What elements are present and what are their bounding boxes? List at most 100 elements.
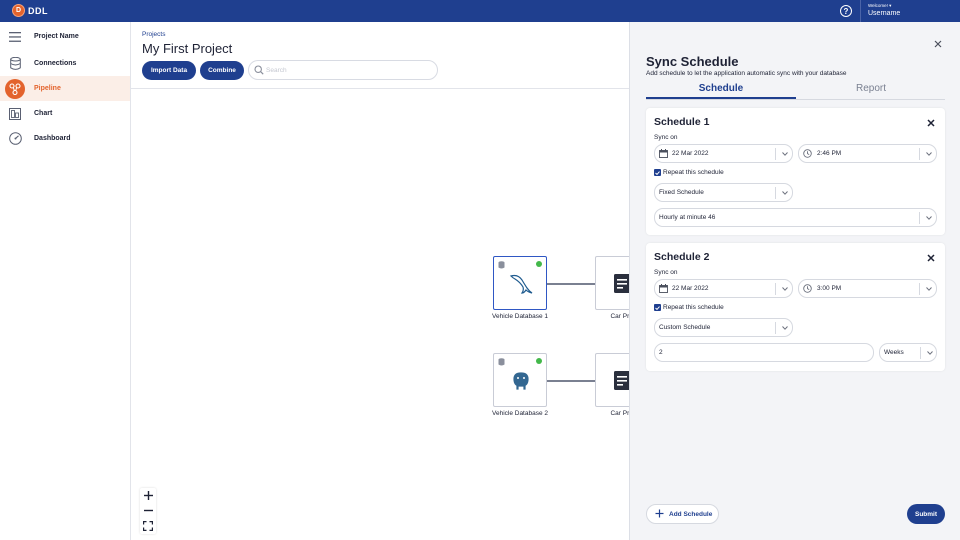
mysql-dolphin-icon xyxy=(508,271,534,297)
chevron-down-icon xyxy=(925,150,932,157)
sidebar-item-label: Dashboard xyxy=(34,135,71,142)
database-icon xyxy=(498,358,505,368)
menu-icon[interactable] xyxy=(8,30,22,44)
repeat-checkbox[interactable]: Repeat this schedule xyxy=(654,169,724,176)
node-car-price[interactable] xyxy=(595,256,629,310)
status-connected-dot xyxy=(536,261,542,267)
fullscreen-icon xyxy=(143,520,153,531)
divider xyxy=(775,148,776,160)
chevron-down-icon xyxy=(781,285,788,292)
frequency-value: Hourly at minute 46 xyxy=(659,214,716,221)
schedule-type-select[interactable]: Custom Schedule xyxy=(654,318,793,337)
dashboard-icon xyxy=(8,132,22,146)
status-connected-dot xyxy=(536,358,542,364)
logo-text: DDL xyxy=(28,5,48,16)
sidebar-item-pipeline[interactable]: Pipeline xyxy=(0,76,130,101)
username: Username xyxy=(868,10,901,17)
interval-value: 2 xyxy=(659,349,663,356)
interval-value-input[interactable]: 2 xyxy=(654,343,874,362)
sidebar-item-label: Chart xyxy=(34,110,53,117)
node-label: Vehicle Database 1 xyxy=(491,313,548,320)
sidebar-item-label: Pipeline xyxy=(34,85,61,92)
tab-report[interactable]: Report xyxy=(796,82,946,99)
fit-screen-button[interactable] xyxy=(140,518,156,533)
remove-schedule-button[interactable] xyxy=(925,117,936,128)
minus-icon xyxy=(143,509,153,512)
clock-icon xyxy=(803,284,812,295)
submit-button[interactable]: Submit xyxy=(907,504,945,524)
import-data-button[interactable]: Import Data xyxy=(142,61,196,80)
app-logo[interactable]: D DDL xyxy=(12,4,48,17)
schedule-card: Schedule 2 Sync on 22 Mar 2022 3:00 PM R… xyxy=(646,243,945,371)
repeat-label: Repeat this schedule xyxy=(663,169,724,176)
time-picker[interactable]: 3:00 PM xyxy=(798,279,937,298)
chart-icon xyxy=(8,107,22,121)
combine-button[interactable]: Combine xyxy=(200,61,244,80)
user-menu[interactable]: Welcome! ▾ Username xyxy=(868,3,900,18)
time-value: 2:46 PM xyxy=(817,150,842,157)
interval-unit-value: Weeks xyxy=(884,349,904,356)
plus-icon xyxy=(143,491,153,500)
divider xyxy=(919,212,920,224)
zoom-in-button[interactable] xyxy=(140,488,156,503)
close-icon xyxy=(934,40,942,48)
node-label: Car Price xyxy=(610,410,629,417)
database-icon xyxy=(8,57,22,71)
sidebar-item-dashboard[interactable]: Dashboard xyxy=(0,126,130,151)
add-schedule-button[interactable]: Add Schedule xyxy=(646,504,719,524)
divider xyxy=(775,283,776,295)
chevron-down-icon xyxy=(781,324,788,331)
schedule-title: Schedule 2 xyxy=(654,251,710,263)
divider xyxy=(919,148,920,160)
sync-on-label: Sync on xyxy=(654,134,678,141)
time-value: 3:00 PM xyxy=(817,285,842,292)
sidebar-item-connections[interactable]: Connections xyxy=(0,51,130,76)
calendar-icon xyxy=(659,149,668,160)
logo-mark-icon: D xyxy=(12,4,25,17)
chevron-down-icon xyxy=(925,214,932,221)
search-box xyxy=(248,60,438,80)
node-vehicle-database-2[interactable] xyxy=(493,353,547,407)
schedule-type-select[interactable]: Fixed Schedule xyxy=(654,183,793,202)
sidebar: Project Name Connections Pipeline Chart … xyxy=(0,22,131,540)
breadcrumb[interactable]: Projects xyxy=(142,31,165,38)
divider xyxy=(919,283,920,295)
node-car-price[interactable] xyxy=(595,353,629,407)
zoom-controls xyxy=(140,488,156,534)
sidebar-item-project-name[interactable]: Project Name xyxy=(0,24,130,49)
close-panel-button[interactable] xyxy=(933,39,943,49)
search-input[interactable] xyxy=(266,65,426,76)
date-picker[interactable]: 22 Mar 2022 xyxy=(654,279,793,298)
postgresql-elephant-icon xyxy=(508,368,534,394)
pipeline-canvas[interactable]: Vehicle Database 1 Car Price Vehicle Dat… xyxy=(131,89,629,540)
document-icon xyxy=(610,271,629,297)
close-icon xyxy=(926,118,935,127)
schedule-type-value: Fixed Schedule xyxy=(659,189,704,196)
pipeline-icon xyxy=(5,78,25,99)
sync-schedule-panel: Sync Schedule Add schedule to let the ap… xyxy=(629,22,960,540)
interval-unit-select[interactable]: Weeks xyxy=(879,343,937,362)
divider xyxy=(860,0,861,22)
tab-schedule[interactable]: Schedule xyxy=(646,82,796,99)
zoom-out-button[interactable] xyxy=(140,503,156,518)
schedule-title: Schedule 1 xyxy=(654,116,710,128)
panel-tabs: Schedule Report xyxy=(646,82,945,100)
plus-icon xyxy=(655,509,664,520)
date-value: 22 Mar 2022 xyxy=(672,150,709,157)
frequency-select[interactable]: Hourly at minute 46 xyxy=(654,208,937,227)
pipeline-edge xyxy=(547,380,596,382)
sidebar-item-chart[interactable]: Chart xyxy=(0,101,130,126)
sync-on-label: Sync on xyxy=(654,269,678,276)
clock-icon xyxy=(803,149,812,160)
calendar-icon xyxy=(659,284,668,295)
node-vehicle-database-1[interactable] xyxy=(493,256,547,310)
divider xyxy=(775,187,776,199)
help-icon[interactable]: ? xyxy=(840,5,852,17)
repeat-checkbox[interactable]: Repeat this schedule xyxy=(654,304,724,311)
date-picker[interactable]: 22 Mar 2022 xyxy=(654,144,793,163)
page-header: Projects My First Project Import Data Co… xyxy=(131,22,629,89)
node-label: Car Price xyxy=(610,313,629,320)
time-picker[interactable]: 2:46 PM xyxy=(798,144,937,163)
remove-schedule-button[interactable] xyxy=(925,252,936,263)
sidebar-item-label: Project Name xyxy=(34,33,79,40)
